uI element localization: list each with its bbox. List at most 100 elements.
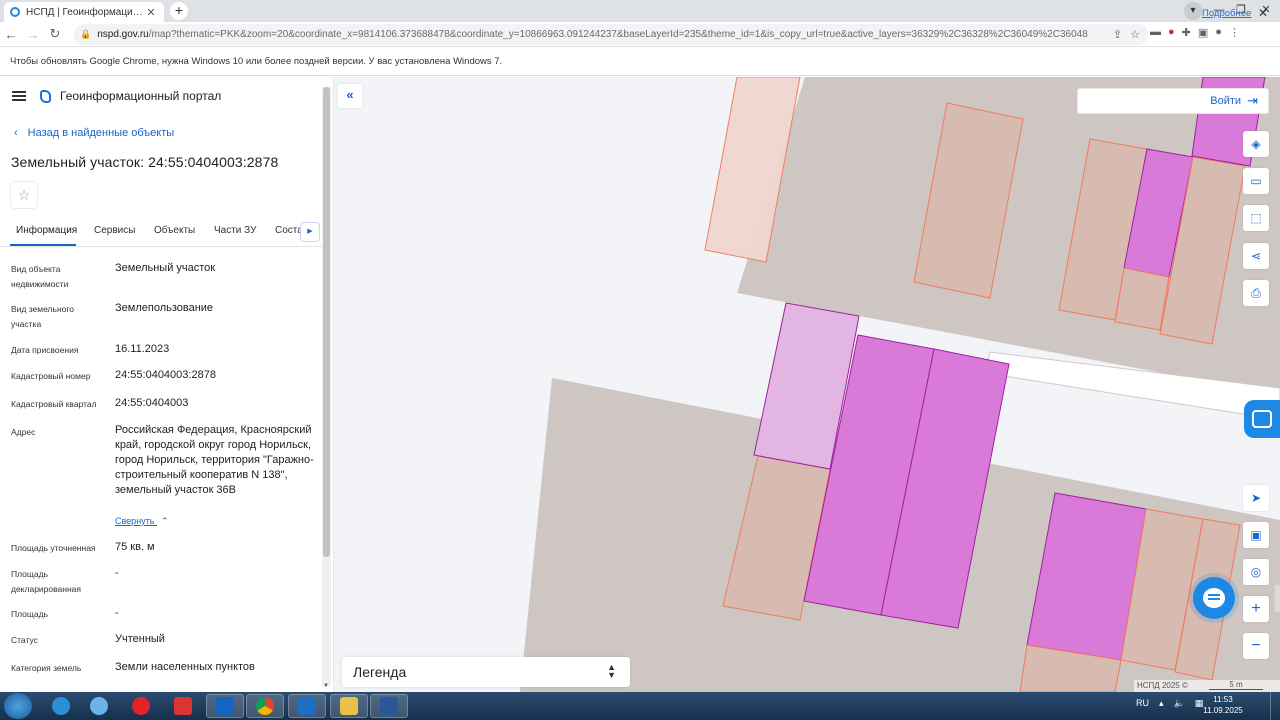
tab-parts[interactable]: Части ЗУ bbox=[214, 225, 256, 236]
sidebar-scroll-thumb[interactable] bbox=[323, 87, 330, 557]
map-side-tab-button[interactable] bbox=[1244, 400, 1280, 438]
tab-search-button[interactable]: ▾ bbox=[1184, 2, 1202, 20]
language-indicator[interactable]: RU bbox=[1136, 698, 1149, 709]
hamburger-menu-icon[interactable] bbox=[12, 91, 26, 101]
field-label-cadastral-quarter: Кадастровый квартал bbox=[11, 399, 97, 409]
location-pin-button[interactable]: ◎ bbox=[1243, 559, 1269, 585]
map-search-icon bbox=[1252, 410, 1272, 428]
field-label-area-declared: Площадь декларированная bbox=[11, 569, 81, 594]
plus-icon: + bbox=[1251, 600, 1261, 617]
tab-information[interactable]: Информация bbox=[16, 225, 77, 236]
show-desktop-button[interactable] bbox=[1270, 692, 1280, 720]
opera-icon bbox=[132, 697, 150, 715]
taskbar-opera[interactable] bbox=[122, 694, 160, 718]
zoom-in-button[interactable]: + bbox=[1243, 596, 1269, 622]
map-canvas[interactable]: циан ID 322938869 bbox=[335, 77, 1280, 692]
system-tray: RU ▴ 🔈 ▦ bbox=[1136, 698, 1203, 709]
tab-composition[interactable]: Соста bbox=[275, 225, 303, 236]
print-button[interactable]: ⎙ bbox=[1243, 280, 1269, 306]
login-arrow-icon: ⇥ bbox=[1247, 93, 1258, 108]
menu-dots-icon[interactable]: ⋮ bbox=[1229, 26, 1240, 39]
legend-panel[interactable]: Легенда ▲ ▼ bbox=[342, 657, 630, 687]
tab-title: НСПД | Геоинформационный п bbox=[26, 6, 144, 18]
object-tabs: Информация Сервисы Объекты Части ЗУ Сост… bbox=[0, 219, 322, 247]
share-button[interactable]: ⋖ bbox=[1243, 243, 1269, 269]
reload-icon[interactable]: ↻ bbox=[44, 26, 66, 42]
update-infobar: Чтобы обновлять Google Chrome, нужна Win… bbox=[0, 48, 1280, 76]
forward-arrow-icon[interactable]: → bbox=[22, 27, 44, 42]
portal-logo-icon bbox=[40, 89, 51, 103]
word-icon bbox=[380, 697, 398, 715]
puzzle-icon[interactable]: ✚ bbox=[1182, 26, 1191, 39]
tab-services[interactable]: Сервисы bbox=[94, 225, 135, 236]
field-label-address: Адрес bbox=[11, 427, 36, 437]
collapse-address-link[interactable]: Свернуть ⌃ bbox=[115, 516, 169, 527]
select-area-icon: ⬚ bbox=[1250, 211, 1262, 225]
parcel[interactable] bbox=[1114, 267, 1170, 331]
back-link-label: Назад в найденные объекты bbox=[27, 127, 175, 139]
tabs-scroll-right-button[interactable]: ▶ bbox=[300, 222, 320, 242]
extension-icon[interactable]: ▬ bbox=[1150, 26, 1161, 39]
map-layer[interactable] bbox=[335, 77, 1280, 692]
back-arrow-icon[interactable]: ← bbox=[0, 27, 22, 42]
field-value-area: - bbox=[115, 607, 119, 619]
field-label-area: Площадь bbox=[11, 609, 49, 619]
extension-icon[interactable]: ● bbox=[1168, 26, 1175, 39]
url-path: /map?thematic=PKK&zoom=20&coordinate_x=9… bbox=[148, 29, 1088, 40]
side-panel-icon[interactable]: ▣ bbox=[1198, 26, 1208, 39]
minus-icon: − bbox=[1251, 637, 1261, 654]
cian-watermark: циан bbox=[1271, 565, 1280, 625]
taskbar-outlook[interactable] bbox=[206, 694, 244, 718]
taskbar-word[interactable] bbox=[370, 694, 408, 718]
taskbar-chrome[interactable] bbox=[246, 694, 284, 718]
volume-icon[interactable]: 🔈 bbox=[1174, 698, 1185, 709]
url-text: nspd.gov.ru/map?thematic=PKK&zoom=20&coo… bbox=[97, 29, 1105, 40]
taskbar-lync[interactable] bbox=[288, 694, 326, 718]
zoom-out-button[interactable]: − bbox=[1243, 633, 1269, 659]
browser-toolbar: ← → ↻ 🔒 nspd.gov.ru/map?thematic=PKK&zoo… bbox=[0, 22, 1280, 47]
login-button[interactable]: Войти ⇥ bbox=[1077, 88, 1269, 114]
infobar-close-icon[interactable]: ✕ bbox=[1258, 6, 1268, 20]
favorite-star-button[interactable]: ☆ bbox=[10, 181, 38, 209]
field-value-assign-date: 16.11.2023 bbox=[115, 343, 170, 355]
select-area-button[interactable]: ⬚ bbox=[1243, 205, 1269, 231]
tray-arrow-icon[interactable]: ▴ bbox=[1159, 698, 1164, 709]
field-label-area-specified: Площадь уточненная bbox=[11, 543, 96, 553]
taskbar-ie[interactable] bbox=[42, 694, 80, 718]
page-title: Земельный участок: 24:55:0404003:2878 bbox=[11, 154, 279, 170]
chat-button[interactable] bbox=[1193, 577, 1235, 619]
field-label-status: Статус bbox=[11, 635, 38, 645]
taskbar-app[interactable] bbox=[164, 694, 202, 718]
taskbar-explorer[interactable] bbox=[330, 694, 368, 718]
geolocation-button[interactable]: ➤ bbox=[1243, 485, 1269, 511]
bookmark-star-icon[interactable]: ☆ bbox=[1130, 28, 1140, 41]
collapse-sidebar-button[interactable]: « bbox=[338, 84, 362, 108]
taskbar-app[interactable] bbox=[80, 694, 118, 718]
layers-button[interactable]: ◈ bbox=[1243, 131, 1269, 157]
measure-button[interactable]: ▭ bbox=[1243, 168, 1269, 194]
app-icon bbox=[174, 697, 192, 715]
share-icon[interactable]: ⇪ bbox=[1113, 28, 1122, 41]
folder-icon bbox=[340, 697, 358, 715]
layers-icon: ◈ bbox=[1251, 137, 1261, 151]
double-chevron-left-icon: « bbox=[346, 87, 354, 102]
back-to-results-link[interactable]: ‹ Назад в найденные объекты bbox=[14, 127, 174, 139]
profile-icon[interactable]: ● bbox=[1215, 26, 1222, 39]
close-tab-icon[interactable]: ✕ bbox=[144, 6, 158, 19]
start-button[interactable] bbox=[4, 693, 32, 719]
new-tab-button[interactable]: + bbox=[170, 2, 188, 20]
field-value-object-type: Земельный участок bbox=[115, 262, 216, 274]
minimap-button[interactable]: ▣ bbox=[1243, 522, 1269, 548]
system-clock[interactable]: 11:53 11.09.2025 bbox=[1198, 694, 1248, 716]
browser-tab[interactable]: НСПД | Геоинформационный п ✕ bbox=[4, 2, 164, 22]
tab-objects[interactable]: Объекты bbox=[154, 225, 195, 236]
app-area: циан ID 322938869 Геоинформационный порт… bbox=[0, 77, 1280, 692]
expand-collapse-icon[interactable]: ▲ ▼ bbox=[607, 663, 616, 680]
infobar-more-link[interactable]: Подробнее bbox=[1202, 8, 1251, 19]
printer-icon: ⎙ bbox=[1251, 286, 1261, 300]
address-bar[interactable]: 🔒 nspd.gov.ru/map?thematic=PKK&zoom=20&c… bbox=[74, 24, 1148, 45]
field-value-cadastral-number: 24:55:0404003:2878 bbox=[115, 369, 216, 381]
scroll-down-arrow-icon[interactable]: ▼ bbox=[323, 683, 329, 689]
map-scale: 5 m bbox=[1209, 680, 1263, 690]
chat-bubble-icon bbox=[1203, 588, 1225, 608]
